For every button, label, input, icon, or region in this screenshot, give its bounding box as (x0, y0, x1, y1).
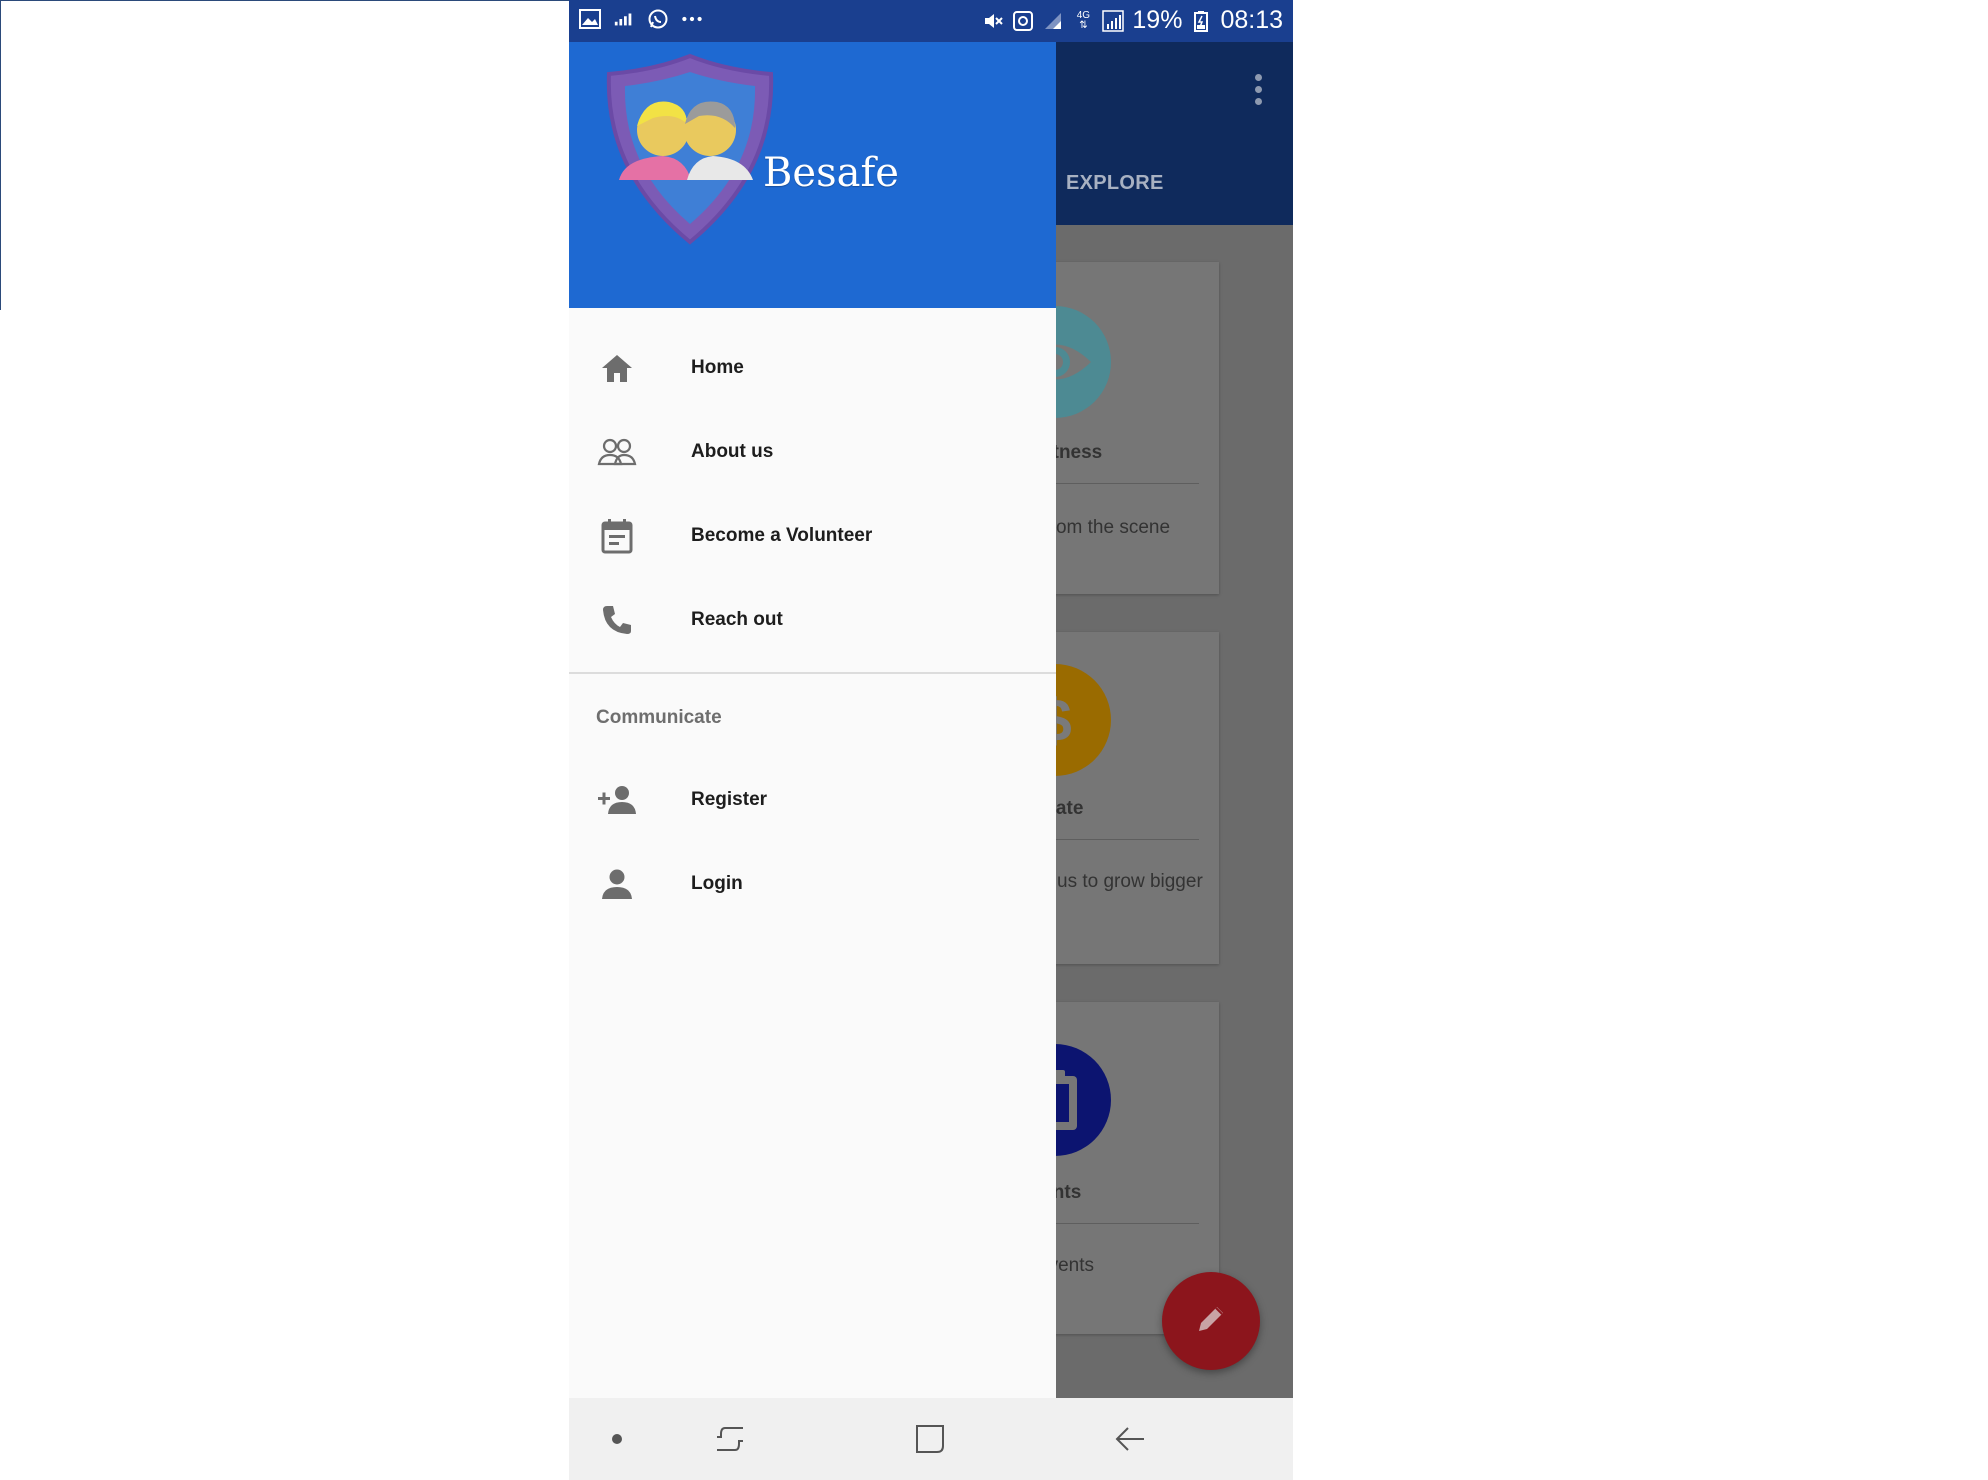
brand-name: Besafe (763, 150, 899, 196)
dot-icon[interactable] (594, 1416, 640, 1462)
battery-percent: 19% (1132, 6, 1183, 34)
drawer-divider (569, 672, 1056, 674)
overview-icon[interactable] (907, 1416, 953, 1462)
status-bar: 4G ⇅ 19% 08:13 (569, 0, 1293, 42)
recents-icon[interactable] (707, 1416, 753, 1462)
nav-item-label: About us (691, 441, 774, 462)
network-type-icon: 4G ⇅ (1076, 9, 1091, 31)
overflow-menu-icon[interactable] (1253, 74, 1263, 108)
nav-item-about-us[interactable]: About us (569, 410, 1056, 494)
nav-item-label: Home (691, 357, 744, 378)
back-icon[interactable] (1107, 1416, 1153, 1462)
window-border-top (0, 0, 570, 1)
phone-screen: 4G ⇅ 19% 08:13 EXPLORE eWitness es from … (569, 0, 1293, 1480)
drawer-header: Besafe (569, 42, 1056, 308)
system-nav-bar (569, 1398, 1293, 1480)
clock: 08:13 (1220, 6, 1283, 34)
nav-item-login[interactable]: Login (569, 842, 1056, 926)
nav-item-reach-out[interactable]: Reach out (569, 578, 1056, 662)
besafe-logo (595, 52, 785, 247)
whatsapp-icon (647, 8, 669, 30)
data-saver-icon (1012, 10, 1034, 32)
edit-fab[interactable] (1162, 1272, 1260, 1370)
nav-item-label: Become a Volunteer (691, 525, 873, 546)
navigation-drawer: Besafe Home About us Become a Volunteer (569, 42, 1056, 1398)
mute-icon (982, 10, 1004, 32)
calendar-icon (597, 516, 637, 556)
nav-item-home[interactable]: Home (569, 326, 1056, 410)
section-title-communicate: Communicate (596, 707, 722, 728)
network-type-label: 4G (1076, 9, 1091, 21)
phone-icon (597, 600, 637, 640)
people-icon (597, 432, 637, 472)
nav-item-label: Reach out (691, 609, 783, 630)
battery-charging-icon (1190, 10, 1212, 32)
nav-item-label: Login (691, 873, 743, 894)
add-person-icon (597, 780, 637, 820)
pencil-icon (1194, 1302, 1228, 1341)
home-icon (597, 348, 637, 388)
signal-weak-icon (1042, 10, 1064, 32)
nav-item-register[interactable]: Register (569, 758, 1056, 842)
window-border (0, 0, 1, 310)
signal-bars-icon (613, 8, 635, 30)
signal-full-icon (1102, 9, 1125, 32)
tab-explore[interactable]: EXPLORE (1066, 172, 1164, 195)
gallery-icon (579, 8, 601, 30)
more-notifications-icon (681, 8, 703, 30)
nav-item-label: Register (691, 789, 768, 810)
person-icon (597, 864, 637, 904)
nav-item-become-volunteer[interactable]: Become a Volunteer (569, 494, 1056, 578)
